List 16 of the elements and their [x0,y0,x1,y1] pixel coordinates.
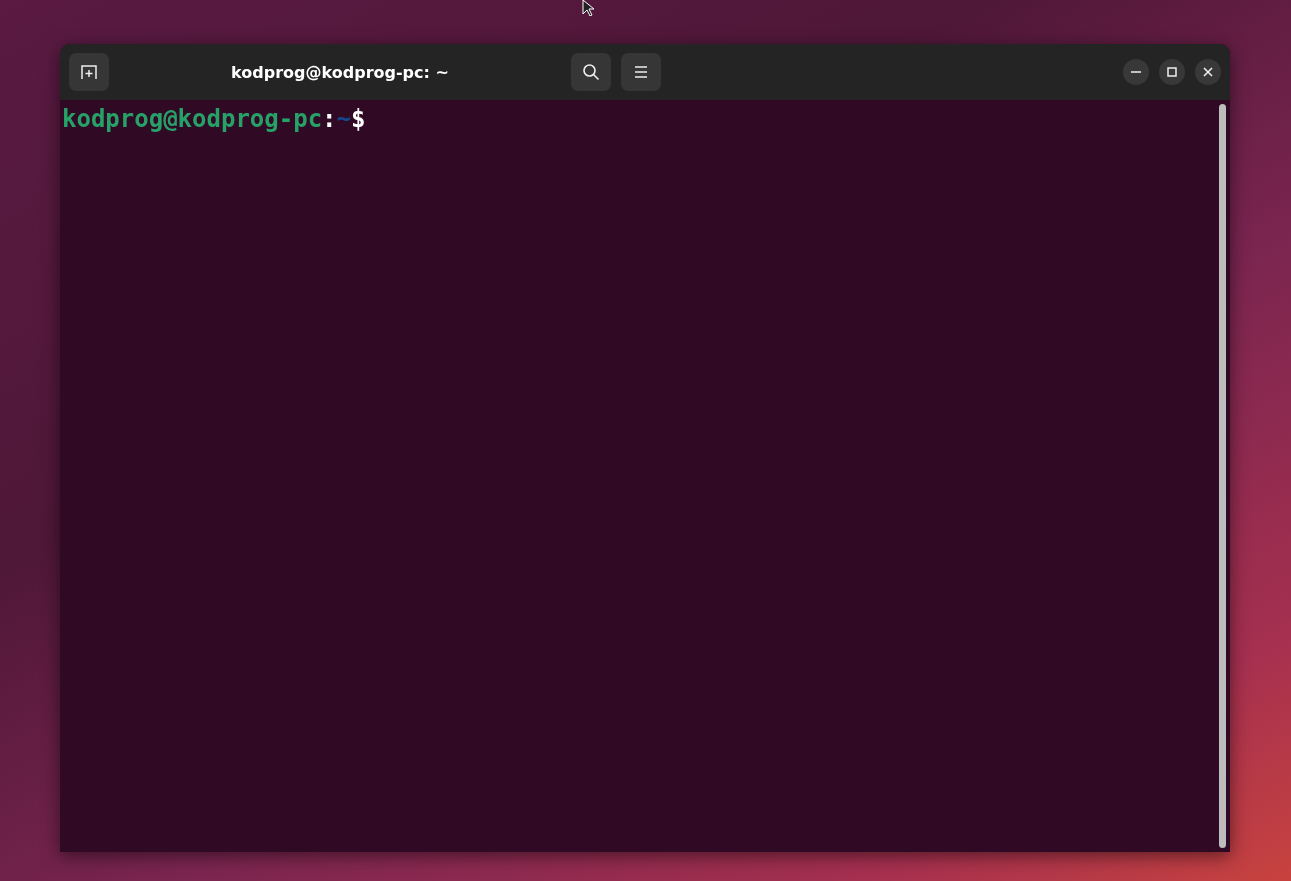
shell-prompt: kodprog@kodprog-pc:~$ [62,104,367,135]
search-button[interactable] [571,53,611,91]
close-icon [1203,67,1213,77]
mouse-pointer-icon [582,0,596,16]
menu-button[interactable] [621,53,661,91]
menu-icon [634,66,648,78]
maximize-icon [1167,67,1177,77]
close-button[interactable] [1195,59,1221,85]
window-title: kodprog@kodprog-pc: ~ [230,62,450,82]
search-icon [582,63,600,81]
minimize-button[interactable] [1123,59,1149,85]
new-tab-icon [81,64,97,80]
maximize-button[interactable] [1159,59,1185,85]
new-tab-button[interactable] [69,53,109,91]
scrollbar-thumb[interactable] [1218,104,1226,848]
minimize-icon [1131,71,1141,73]
